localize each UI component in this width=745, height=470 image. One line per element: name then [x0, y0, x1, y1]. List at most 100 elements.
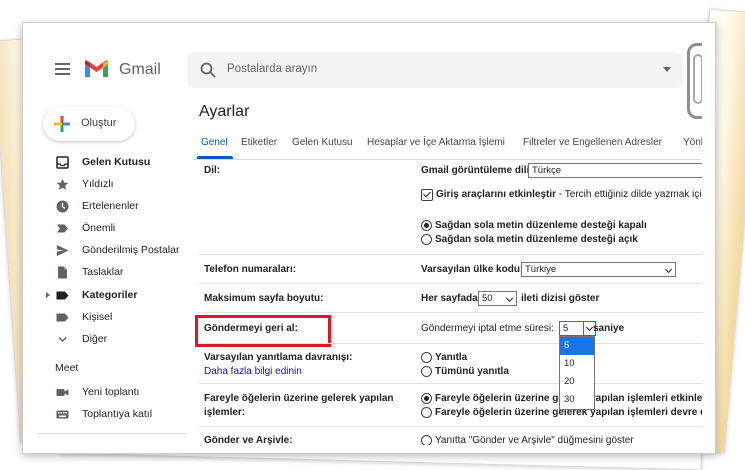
- sidebar-item-label: Yeni toplantı: [82, 386, 140, 398]
- hover-label-line2: işlemler:: [204, 407, 246, 418]
- tab-general[interactable]: Genel: [201, 137, 228, 148]
- sidebar-item-label: Yıldızlı: [82, 178, 114, 190]
- sidebar-item-snoozed[interactable]: Ertelenenler: [37, 197, 187, 217]
- important-icon: [57, 224, 68, 233]
- row-divider: [199, 383, 702, 384]
- country-code-label: Varsayılan ülke kodu:: [421, 264, 524, 275]
- meet-join-meeting[interactable]: Toplantıya katıl: [37, 405, 187, 425]
- row-divider: [199, 312, 702, 313]
- page-size-prefix: Her sayfada: [421, 293, 478, 304]
- sidebar-item-inbox[interactable]: Gelen Kutusu: [37, 153, 187, 173]
- sidebar-item-important[interactable]: Önemli: [37, 219, 187, 239]
- undo-send-label: Göndermeyi geri al:: [204, 323, 298, 334]
- reply-all-radio[interactable]: [421, 366, 432, 377]
- chevron-down-icon: [505, 294, 514, 303]
- search-bar[interactable]: Postalarda arayın: [187, 52, 683, 88]
- tab-inbox[interactable]: Gelen Kutusu: [292, 137, 353, 148]
- clock-icon: [56, 200, 69, 213]
- learn-more-link[interactable]: Daha fazla bilgi edinin: [204, 366, 302, 377]
- sidebar-item-label: Gönderilmiş Postalar: [82, 244, 180, 256]
- tab-accounts[interactable]: Hesaplar ve İçe Aktarma İşlemi: [367, 137, 505, 148]
- menu-icon[interactable]: [55, 63, 70, 75]
- reply-all-option-label: Tümünü yanıtla: [435, 366, 509, 377]
- rtl-off-label: Sağdan sola metin düzenleme desteği kapa…: [435, 220, 647, 231]
- input-tools-checkbox[interactable]: [421, 189, 433, 201]
- chevron-down-icon: [664, 265, 673, 274]
- sidebar-item-label: Diğer: [82, 333, 108, 345]
- sidebar-divider: [37, 433, 187, 434]
- rtl-on-label: Sağdan sola metin düzenleme desteği açık: [435, 234, 638, 245]
- tab-filters[interactable]: Filtreler ve Engellenen Adresler: [523, 137, 662, 148]
- undo-option[interactable]: 20: [560, 373, 594, 391]
- display-language-label: Gmail görüntüleme dili:: [421, 165, 533, 176]
- send-icon: [56, 245, 69, 256]
- country-code-select[interactable]: Türkiye: [521, 262, 676, 277]
- active-tab-indicator: [197, 156, 233, 159]
- plus-icon: [54, 116, 70, 132]
- undo-period-label: Göndermeyi iptal etme süresi:: [421, 323, 554, 334]
- sidebar-item-starred[interactable]: Yıldızlı: [37, 175, 187, 195]
- undo-option[interactable]: 30: [560, 391, 594, 409]
- undo-period-select[interactable]: 5: [559, 321, 596, 336]
- reply-option-label: Yanıtla: [435, 352, 468, 363]
- rtl-on-radio[interactable]: [421, 234, 432, 245]
- sidebar-item-categories[interactable]: Kategoriler: [37, 286, 187, 306]
- hover-label-line1: Fareyle öğelerin üzerine gelerek yapılan: [204, 393, 394, 404]
- star-icon: [56, 178, 69, 190]
- app-name: Gmail: [119, 61, 161, 78]
- send-archive-label: Gönder ve Arşivle:: [204, 435, 293, 445]
- tab-forwarding[interactable]: Yönl: [683, 137, 702, 148]
- meet-heading: Meet: [55, 362, 79, 374]
- row-divider: [199, 283, 702, 284]
- sidebar-item-label: Toplantıya katıl: [82, 408, 153, 420]
- search-icon[interactable]: [199, 61, 217, 79]
- undo-option[interactable]: 10: [560, 355, 594, 373]
- top-bar: Gmail Postalarda arayın: [37, 35, 702, 97]
- gmail-window: Gmail Postalarda arayın Oluştur Gelen Ku…: [37, 35, 702, 445]
- photo-frame: Gmail Postalarda arayın Oluştur Gelen Ku…: [22, 22, 716, 454]
- gmail-logo-icon: [85, 60, 108, 77]
- sidebar-item-label: Ertelenenler: [82, 200, 139, 212]
- row-divider: [199, 343, 702, 344]
- meet-new-meeting[interactable]: Yeni toplantı: [37, 383, 187, 403]
- phone-label: Telefon numaraları:: [204, 264, 297, 275]
- tab-labels[interactable]: Etiketler: [241, 137, 277, 148]
- undo-period-dropdown: 5 10 20 30: [559, 336, 595, 410]
- language-label: Dil:: [204, 165, 221, 176]
- rtl-off-radio[interactable]: [421, 220, 432, 231]
- sidebar-item-label: Kategoriler: [82, 289, 138, 301]
- video-icon: [56, 389, 69, 396]
- search-options-icon[interactable]: [663, 67, 671, 72]
- chevron-down-icon: [58, 336, 67, 343]
- draft-icon: [58, 266, 67, 279]
- send-archive-option-label: Yanıtta "Gönder ve Arşivle" düğmesini gö…: [435, 435, 634, 445]
- compose-label: Oluştur: [81, 117, 117, 129]
- search-input[interactable]: Postalarda arayın: [227, 63, 317, 75]
- undo-period-unit: saniye: [593, 323, 625, 334]
- settings-tabs: Genel Etiketler Gelen Kutusu Hesaplar ve…: [193, 131, 702, 160]
- page-title: Ayarlar: [199, 103, 250, 120]
- inbox-icon: [56, 156, 69, 169]
- sidebar-item-label: Kişisel: [82, 311, 113, 323]
- sidebar-item-more[interactable]: Diğer: [37, 330, 187, 350]
- hover-disable-radio[interactable]: [421, 407, 432, 418]
- reply-radio[interactable]: [421, 352, 432, 363]
- undo-option[interactable]: 5: [560, 337, 594, 355]
- row-divider: [199, 426, 702, 427]
- input-tools-text: Giriş araçlarını etkinleştir - Tercih et…: [436, 189, 702, 200]
- compose-button[interactable]: Oluştur: [43, 107, 135, 141]
- send-archive-radio[interactable]: [421, 435, 432, 445]
- sidebar-item-label: Taslaklar: [82, 266, 124, 278]
- page-size-select[interactable]: 50: [478, 291, 517, 306]
- display-language-select[interactable]: Türkçe: [528, 163, 702, 178]
- paper-clip-icon: [687, 43, 702, 119]
- label-icon: [56, 291, 69, 300]
- expand-arrow-icon[interactable]: [46, 292, 50, 298]
- reply-label: Varsayılan yanıtlama davranışı:: [204, 352, 353, 363]
- sidebar-item-personal[interactable]: Kişisel: [37, 308, 187, 328]
- sidebar-item-sent[interactable]: Gönderilmiş Postalar: [37, 241, 187, 261]
- sidebar-item-drafts[interactable]: Taslaklar: [37, 263, 187, 283]
- sidebar-item-label: Gelen Kutusu: [82, 156, 151, 168]
- hover-enable-radio[interactable]: [421, 393, 432, 404]
- keyboard-icon: [56, 410, 69, 419]
